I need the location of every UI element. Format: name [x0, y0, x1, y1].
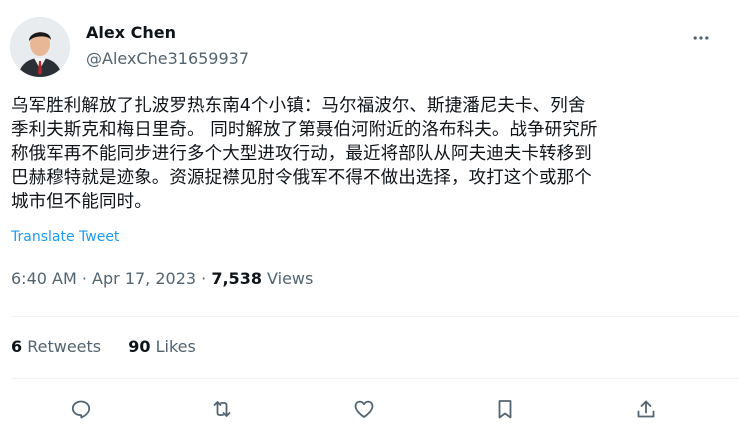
tweet-card: Alex Chen @AlexChe31659937 乌军胜利解放了扎波罗热东南…: [0, 0, 739, 441]
like-button[interactable]: [347, 392, 381, 426]
retweets-label: Retweets: [27, 337, 102, 356]
display-name[interactable]: Alex Chen: [86, 22, 249, 44]
tweet-date[interactable]: Apr 17, 2023: [92, 269, 196, 288]
tweet-time[interactable]: 6:40 AM: [11, 269, 77, 288]
retweet-icon: [213, 401, 231, 417]
meta-separator: ·: [201, 269, 207, 288]
translate-tweet-link[interactable]: Translate Tweet: [11, 227, 119, 247]
retweets-count: 6: [11, 337, 23, 356]
author-names: Alex Chen @AlexChe31659937: [86, 22, 249, 70]
avatar-photo: [10, 17, 70, 77]
divider: [11, 378, 739, 379]
retweet-button[interactable]: [205, 392, 239, 426]
more-options-button[interactable]: [689, 26, 713, 50]
more-dots-icon: [693, 36, 709, 40]
engagement-stats: 6 Retweets 90 Likes: [11, 336, 218, 358]
share-button[interactable]: [629, 392, 663, 426]
views-count: 7,538: [211, 269, 262, 288]
reply-bubble-icon: [71, 400, 91, 419]
tweet-meta: 6:40 AM · Apr 17, 2023 · 7,538 Views: [11, 268, 313, 290]
share-upload-icon: [637, 400, 655, 418]
likes-label: Likes: [155, 337, 196, 356]
divider: [11, 316, 739, 317]
reply-button[interactable]: [64, 392, 98, 426]
likes-stat[interactable]: 90 Likes: [128, 336, 196, 358]
tweet-header: Alex Chen @AlexChe31659937: [10, 14, 729, 78]
avatar[interactable]: [10, 17, 70, 77]
heart-icon: [354, 400, 374, 418]
meta-separator: ·: [81, 269, 87, 288]
handle[interactable]: @AlexChe31659937: [86, 48, 249, 70]
likes-count: 90: [128, 337, 151, 356]
views-label: Views: [267, 269, 314, 288]
retweets-stat[interactable]: 6 Retweets: [11, 336, 101, 358]
bookmark-button[interactable]: [488, 392, 522, 426]
bookmark-icon: [498, 400, 512, 419]
tweet-text: 乌军胜利解放了扎波罗热东南4个小镇：马尔福波尔、斯捷潘尼夫卡、列舍 季利夫斯克和…: [11, 96, 598, 212]
action-bar: [0, 392, 739, 426]
